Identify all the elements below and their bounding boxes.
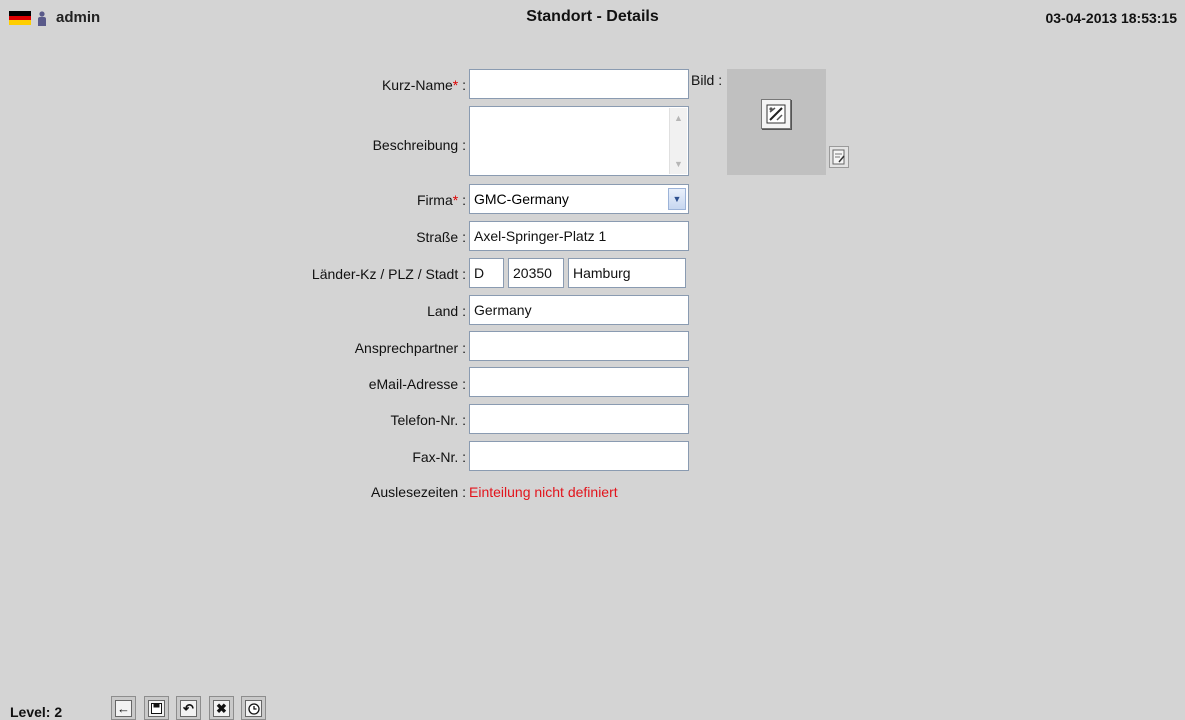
scroll-down-icon[interactable]: ▼ <box>671 156 686 172</box>
save-button[interactable] <box>144 696 169 720</box>
firma-selected-value: GMC-Germany <box>474 191 569 207</box>
laender-plz-stadt-label: Länder-Kz / PLZ / Stadt : <box>311 266 466 282</box>
bild-label: Bild : <box>691 72 723 88</box>
edit-image-icon[interactable] <box>829 146 849 168</box>
textarea-scrollbar[interactable]: ▲ ▼ <box>669 108 687 174</box>
kurzname-label: Kurz-Name* : <box>381 77 466 93</box>
beschreibung-label: Beschreibung : <box>372 137 466 153</box>
firma-label: Firma* : <box>416 192 466 208</box>
telefon-label: Telefon-Nr. : <box>390 412 466 428</box>
ansprechpartner-label: Ansprechpartner : <box>354 340 466 356</box>
scroll-up-icon[interactable]: ▲ <box>671 110 686 126</box>
telefon-input[interactable] <box>469 404 689 434</box>
strasse-label: Straße : <box>416 229 466 245</box>
email-input[interactable] <box>469 367 689 397</box>
kurzname-input[interactable] <box>469 69 689 99</box>
land-input[interactable] <box>469 295 689 325</box>
auslesezeiten-value: Einteilung nicht definiert <box>469 484 618 500</box>
firma-select[interactable]: GMC-Germany ▼ <box>469 184 689 214</box>
undo-icon: ↶ <box>180 700 197 717</box>
chevron-down-icon[interactable]: ▼ <box>668 188 686 210</box>
strasse-input[interactable] <box>469 221 689 251</box>
undo-button[interactable]: ↶ <box>176 696 201 720</box>
picture-placeholder-icon[interactable] <box>761 99 791 129</box>
delete-x-icon: ✖ <box>213 700 230 717</box>
fax-input[interactable] <box>469 441 689 471</box>
auslesezeiten-label: Auslesezeiten : <box>371 484 466 500</box>
land-label: Land : <box>427 303 466 319</box>
clock-icon <box>245 700 262 717</box>
email-label: eMail-Adresse : <box>368 376 466 392</box>
delete-button[interactable]: ✖ <box>209 696 234 720</box>
arrow-left-icon: ← <box>115 700 132 717</box>
plz-input[interactable] <box>508 258 564 288</box>
fax-label: Fax-Nr. : <box>412 449 466 465</box>
laender-kz-input[interactable] <box>469 258 504 288</box>
datetime-display: 03-04-2013 18:53:15 <box>1045 10 1177 26</box>
page-title: Standort - Details <box>526 8 659 25</box>
back-button[interactable]: ← <box>111 696 136 720</box>
level-indicator: Level: 2 <box>10 704 63 720</box>
header-bar: admin Standort - Details 03-04-2013 18:5… <box>0 0 1185 40</box>
history-button[interactable] <box>241 696 266 720</box>
ansprechpartner-input[interactable] <box>469 331 689 361</box>
stadt-input[interactable] <box>568 258 686 288</box>
beschreibung-textarea[interactable]: ▲ ▼ <box>469 106 689 176</box>
save-icon <box>148 700 165 717</box>
